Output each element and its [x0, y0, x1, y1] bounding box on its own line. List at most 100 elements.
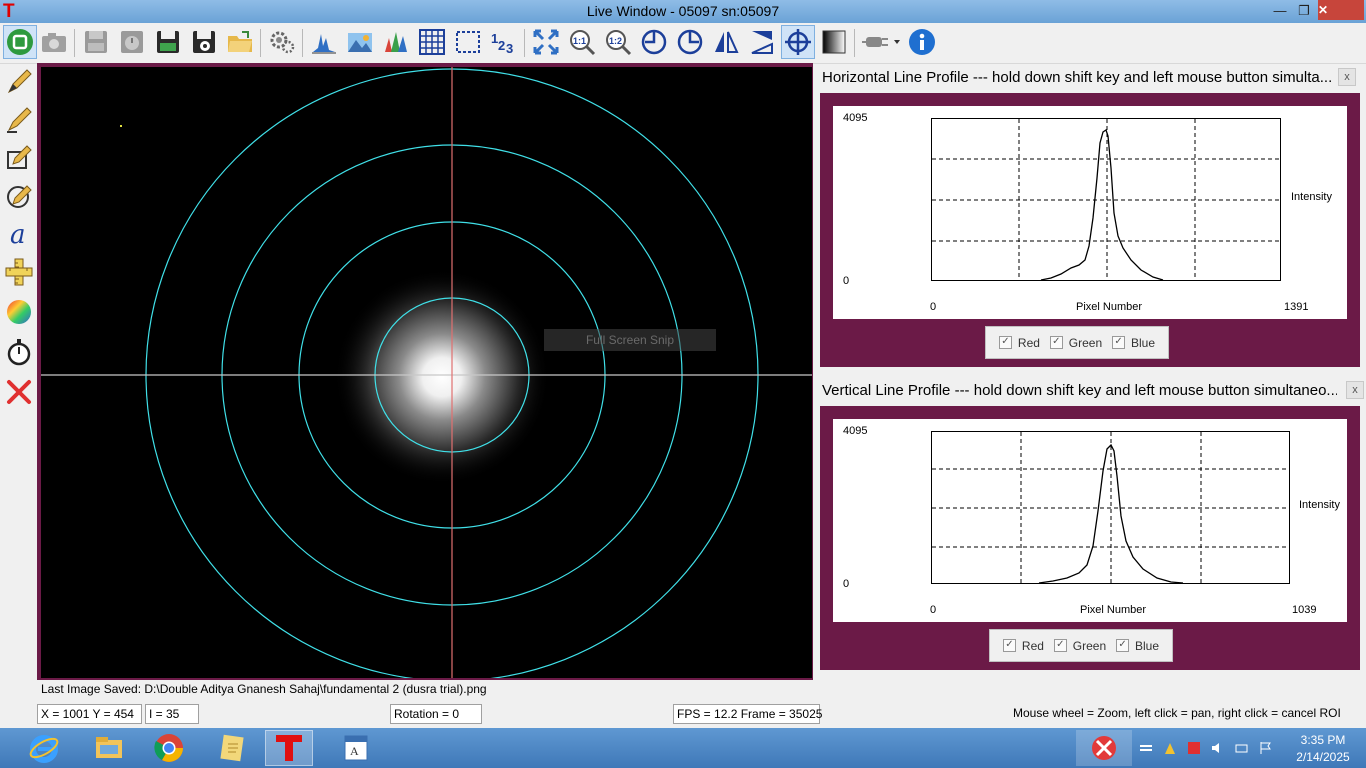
vertical-profile-close-button[interactable]: x	[1346, 381, 1364, 399]
record-icon[interactable]	[79, 25, 113, 59]
battery-tray-icon[interactable]	[1234, 740, 1250, 756]
v-xlabel: Pixel Number	[1080, 604, 1147, 616]
flag-tray-icon[interactable]	[1258, 740, 1274, 756]
h-profile-graph	[931, 118, 1281, 281]
h-xmax-label: 1391	[1284, 301, 1309, 313]
clock-time[interactable]: 3:35 PM	[1290, 733, 1356, 747]
rotation-readout: Rotation = 0	[390, 704, 482, 724]
v-profile-graph	[931, 431, 1290, 584]
h-xlabel: Pixel Number	[1076, 301, 1143, 313]
v-ymin-label: 0	[843, 578, 850, 590]
camera-icon[interactable]	[37, 25, 71, 59]
h-ymin-label: 0	[843, 275, 850, 287]
svg-text:1:1: 1:1	[573, 36, 586, 46]
h-xmin-label: 0	[930, 301, 937, 313]
multi-histogram-icon[interactable]	[379, 25, 413, 59]
plug-icon[interactable]	[859, 25, 905, 59]
volume-tray-icon[interactable]	[1210, 740, 1226, 756]
zoom-1-1-icon[interactable]: 1:1	[565, 25, 599, 59]
color-wheel-icon[interactable]	[3, 296, 35, 328]
numbering-icon[interactable]: 123	[487, 25, 521, 59]
chrome-icon[interactable]	[145, 730, 193, 766]
window-title: Live Window - 05097 sn:05097	[586, 3, 780, 19]
fit-screen-icon[interactable]	[529, 25, 563, 59]
toolbar: 123 1:1 1:2	[0, 23, 1366, 64]
zoom-1-2-icon[interactable]: 1:2	[601, 25, 635, 59]
flip-vertical-icon[interactable]	[745, 25, 779, 59]
timer-save-icon[interactable]	[115, 25, 149, 59]
snipping-tool-icon[interactable]	[1076, 730, 1132, 766]
clock-date[interactable]: 2/14/2025	[1285, 750, 1361, 764]
taskbar: A 3:35 PM 2/14/2025	[0, 728, 1366, 768]
stop-icon[interactable]	[3, 25, 37, 59]
pencil-circle-icon[interactable]	[3, 180, 35, 212]
rotate-left-icon[interactable]	[637, 25, 671, 59]
cursor-position-readout: X = 1001 Y = 454	[37, 704, 142, 724]
grid-icon[interactable]	[415, 25, 449, 59]
settings-gears-icon[interactable]	[265, 25, 299, 59]
grayscale-icon[interactable]	[817, 25, 851, 59]
text-tool-icon[interactable]: a	[3, 218, 35, 250]
histogram-icon[interactable]	[307, 25, 341, 59]
rotate-right-icon[interactable]	[673, 25, 707, 59]
open-folder-icon[interactable]	[223, 25, 257, 59]
thorcam-icon[interactable]	[265, 730, 313, 766]
file-explorer-icon[interactable]	[85, 730, 133, 766]
h-ymax-label: 4095	[843, 112, 868, 124]
intensity-readout: I = 35	[145, 704, 199, 724]
camera-image-view[interactable]: Full Screen Snip	[41, 67, 812, 678]
h-blue-checkbox[interactable]: ✓ Blue	[1112, 336, 1155, 350]
info-icon[interactable]	[905, 25, 939, 59]
alert-tray-icon[interactable]	[1162, 740, 1178, 756]
h-ylabel: Intensity	[1291, 191, 1332, 203]
vertical-profile-title: Vertical Line Profile --- hold down shif…	[822, 382, 1337, 399]
h-green-checkbox[interactable]: ✓ Green	[1049, 336, 1102, 350]
v-blue-checkbox[interactable]: ✓ Blue	[1116, 639, 1159, 653]
horizontal-profile-panel: 4095 0 0 Pixel Number 1391 Intensity ✓ Re…	[820, 93, 1360, 367]
close-window-button[interactable]: ✕	[1318, 0, 1364, 20]
horizontal-profile-plot: 4095 0 0 Pixel Number 1391 Intensity	[833, 106, 1347, 319]
pencil-line-icon[interactable]	[3, 104, 35, 136]
wordpad-icon[interactable]: A	[332, 730, 380, 766]
pencil-icon[interactable]	[3, 66, 35, 98]
v-xmin-label: 0	[930, 604, 937, 616]
vertical-profile-plot: 4095 0 0 Pixel Number 1039 Intensity	[833, 419, 1347, 622]
title-bar: T Live Window - 05097 sn:05097 — ❐ ✕	[0, 0, 1366, 23]
svg-text:A: A	[350, 744, 359, 758]
svg-text:a: a	[10, 220, 26, 248]
ie-icon[interactable]	[20, 730, 68, 766]
v-ylabel: Intensity	[1299, 499, 1340, 511]
laser-beam-spot	[334, 269, 550, 485]
notes-app-icon[interactable]	[208, 730, 256, 766]
ruler-cross-icon[interactable]	[3, 256, 35, 288]
svg-text:1:2: 1:2	[609, 36, 622, 46]
roi-icon[interactable]	[451, 25, 485, 59]
last-saved-label: Last Image Saved: D:\Double Aditya Gnane…	[41, 682, 487, 696]
snip-overlay-label: Full Screen Snip	[544, 329, 716, 351]
v-ymax-label: 4095	[843, 425, 868, 437]
v-green-checkbox[interactable]: ✓ Green	[1053, 639, 1106, 653]
delete-x-icon[interactable]	[3, 376, 35, 408]
restore-button[interactable]: ❐	[1289, 0, 1319, 22]
network-tray-icon[interactable]	[1138, 740, 1154, 756]
vertical-profile-panel: 4095 0 0 Pixel Number 1039 Intensity ✓ Re…	[820, 406, 1360, 670]
horizontal-profile-title: Horizontal Line Profile --- hold down sh…	[822, 69, 1333, 86]
horizontal-profile-channels: ✓ Red ✓ Green ✓ Blue	[985, 326, 1169, 359]
v-red-checkbox[interactable]: ✓ Red	[1002, 639, 1044, 653]
left-toolbar: a	[0, 63, 38, 683]
stopwatch-icon[interactable]	[3, 336, 35, 368]
mouse-hint-label: Mouse wheel = Zoom, left click = pan, ri…	[1013, 706, 1341, 720]
fps-readout: FPS = 12.2 Frame = 35025	[673, 704, 822, 724]
pencil-box-icon[interactable]	[3, 142, 35, 174]
save-settings-icon[interactable]	[187, 25, 221, 59]
h-red-checkbox[interactable]: ✓ Red	[998, 336, 1040, 350]
horizontal-profile-close-button[interactable]: x	[1338, 68, 1356, 86]
v-xmax-label: 1039	[1292, 604, 1317, 616]
save-icon[interactable]	[151, 25, 185, 59]
crosshair-icon[interactable]	[781, 25, 815, 59]
numbering-label-2: 2	[498, 38, 505, 53]
numbering-label-3: 3	[506, 41, 513, 56]
landscape-icon[interactable]	[343, 25, 377, 59]
flip-horizontal-icon[interactable]	[709, 25, 743, 59]
app-tray-icon[interactable]	[1186, 740, 1202, 756]
